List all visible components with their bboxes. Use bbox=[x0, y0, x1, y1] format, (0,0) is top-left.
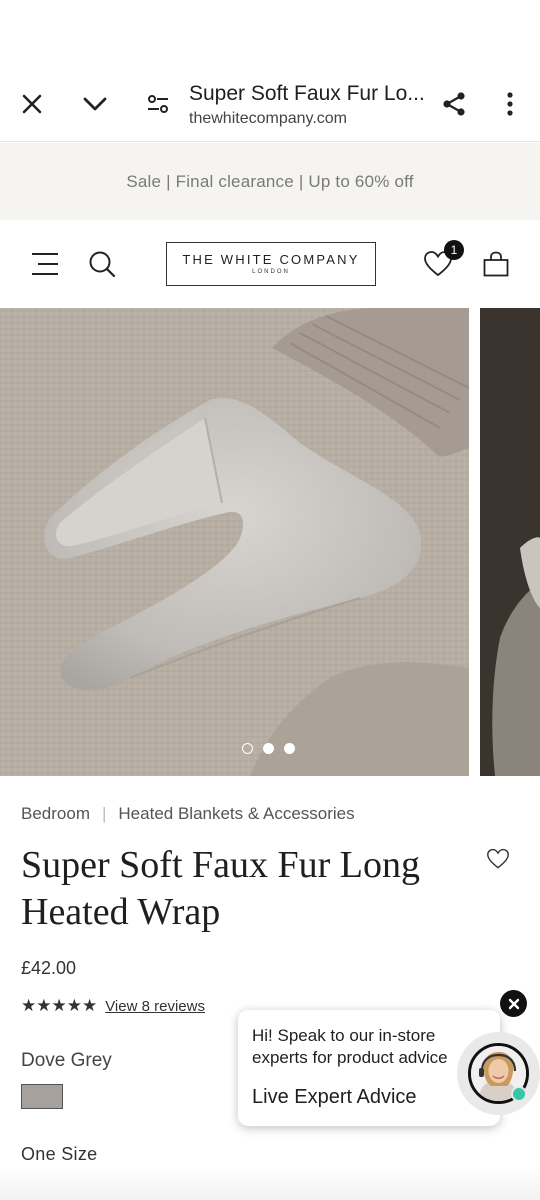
page-url[interactable]: thewhitecompany.com bbox=[189, 110, 347, 128]
chat-message: Hi! Speak to our in-store experts for pr… bbox=[252, 1026, 448, 1067]
color-swatch[interactable] bbox=[21, 1084, 63, 1109]
view-reviews-link[interactable]: View 8 reviews bbox=[105, 998, 205, 1015]
breadcrumb-separator: | bbox=[101, 804, 107, 823]
logo-subtext: LONDON bbox=[252, 269, 290, 275]
chevron-down-icon[interactable] bbox=[80, 86, 110, 122]
share-icon[interactable] bbox=[439, 86, 469, 122]
add-to-wishlist-heart-icon[interactable] bbox=[486, 848, 512, 874]
menu-icon[interactable] bbox=[27, 246, 63, 282]
product-title: Super Soft Faux Fur Long Heated Wrap bbox=[21, 844, 420, 933]
chat-launcher[interactable] bbox=[457, 1032, 540, 1115]
brand-logo[interactable]: THE WHITE COMPANY LONDON bbox=[166, 242, 376, 286]
star-rating-icon: ★★★★★ bbox=[21, 996, 98, 1015]
page-title[interactable]: Super Soft Faux Fur Lo... bbox=[189, 82, 425, 106]
site-settings-icon[interactable] bbox=[143, 86, 173, 122]
live-expert-advice-button[interactable]: Live Expert Advice bbox=[252, 1086, 417, 1109]
color-name: Dove Grey bbox=[21, 1050, 112, 1071]
sale-banner[interactable]: Sale | Final clearance | Up to 60% off bbox=[0, 143, 540, 220]
bottom-fade bbox=[0, 1166, 540, 1200]
gallery-pagination bbox=[242, 743, 295, 754]
logo-text: THE WHITE COMPANY bbox=[182, 252, 360, 267]
search-icon[interactable] bbox=[84, 246, 120, 282]
next-product-image[interactable] bbox=[480, 308, 540, 776]
size-label: One Size bbox=[21, 1144, 98, 1164]
bag-icon[interactable] bbox=[478, 246, 514, 282]
more-vert-icon[interactable] bbox=[495, 86, 525, 122]
product-image[interactable] bbox=[0, 308, 469, 776]
breadcrumb-item[interactable]: Bedroom bbox=[21, 804, 90, 824]
close-icon[interactable] bbox=[17, 86, 47, 122]
pagination-dot[interactable] bbox=[242, 743, 253, 754]
sale-banner-text: Sale | Final clearance | Up to 60% off bbox=[126, 171, 414, 191]
breadcrumb: Bedroom | Heated Blankets & Accessories bbox=[21, 804, 355, 824]
product-price: £42.00 bbox=[21, 958, 77, 978]
online-status-indicator bbox=[511, 1086, 527, 1102]
pagination-dot[interactable] bbox=[284, 743, 295, 754]
rating-row: ★★★★★ View 8 reviews bbox=[21, 996, 205, 1016]
close-chat-icon[interactable] bbox=[500, 990, 527, 1017]
site-header: THE WHITE COMPANY LONDON bbox=[0, 220, 540, 308]
browser-toolbar: Super Soft Faux Fur Lo... thewhitecompan… bbox=[0, 68, 540, 142]
wishlist-count-badge: 1 bbox=[444, 240, 464, 260]
breadcrumb-item[interactable]: Heated Blankets & Accessories bbox=[118, 804, 354, 824]
pagination-dot-active[interactable] bbox=[263, 743, 274, 754]
product-gallery[interactable] bbox=[0, 308, 540, 776]
